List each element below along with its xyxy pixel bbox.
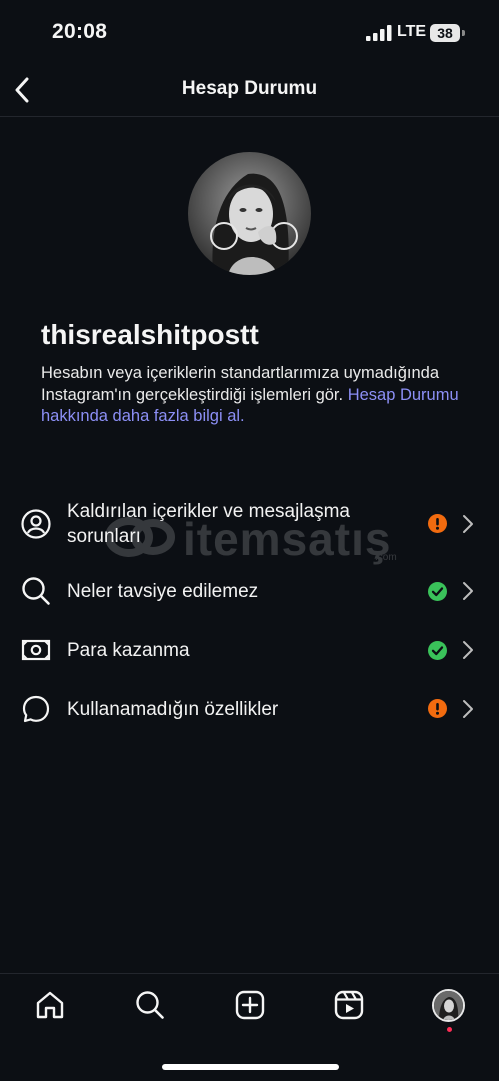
reels-icon bbox=[334, 990, 364, 1020]
search-icon bbox=[136, 991, 164, 1019]
tab-create[interactable] bbox=[233, 988, 267, 1022]
home-icon bbox=[36, 991, 64, 1019]
tab-reels[interactable] bbox=[332, 988, 366, 1022]
check-icon bbox=[428, 641, 447, 660]
signal-icon bbox=[366, 25, 392, 41]
home-indicator bbox=[162, 1064, 339, 1070]
network-type: LTE bbox=[397, 23, 427, 40]
check-icon bbox=[428, 582, 447, 601]
page-title: Hesap Durumu bbox=[181, 78, 318, 99]
list-item-recommendations[interactable]: Neler tavsiye edilemez bbox=[0, 563, 499, 619]
list-item-label: Para kazanma bbox=[67, 640, 190, 661]
list-item-label: Kaldırılan içerikler ve mesajlaşma sorun… bbox=[67, 501, 350, 547]
list-item-unavailable-features[interactable]: Kullanamadığın özellikler bbox=[0, 681, 499, 737]
battery-icon: 38 bbox=[430, 24, 460, 42]
warning-icon bbox=[428, 514, 447, 533]
battery-tip bbox=[462, 30, 465, 36]
chevron-right-icon bbox=[463, 700, 473, 718]
status-bar: 20:08 LTE 38 bbox=[0, 0, 499, 66]
header: Hesap Durumu bbox=[0, 66, 499, 117]
tab-home[interactable] bbox=[33, 988, 67, 1022]
chevron-right-icon bbox=[463, 641, 473, 659]
warning-icon bbox=[428, 699, 447, 718]
list-item-label: Neler tavsiye edilemez bbox=[67, 581, 259, 602]
notification-dot bbox=[447, 1027, 452, 1032]
tab-profile-avatar[interactable] bbox=[432, 989, 465, 1022]
create-icon bbox=[235, 990, 265, 1020]
list-item-label: Kullanamadığın özellikler bbox=[67, 699, 279, 720]
search-icon bbox=[18, 573, 54, 609]
account-status-description: Hesabın veya içeriklerin standartlarımız… bbox=[41, 363, 461, 428]
clock: 20:08 bbox=[52, 20, 108, 43]
list-item-monetization[interactable]: Para kazanma bbox=[0, 622, 499, 678]
username: thisrealshitpostt bbox=[41, 319, 259, 350]
money-icon bbox=[18, 632, 54, 668]
user-circle-icon bbox=[18, 506, 54, 542]
profile-avatar bbox=[188, 152, 311, 275]
chevron-right-icon bbox=[463, 582, 473, 600]
chevron-right-icon bbox=[463, 515, 473, 533]
list-item-removed-content[interactable]: Kaldırılan içerikler ve mesajlaşma sorun… bbox=[0, 496, 499, 554]
tab-search[interactable] bbox=[133, 988, 167, 1022]
chat-bubble-icon bbox=[18, 691, 54, 727]
